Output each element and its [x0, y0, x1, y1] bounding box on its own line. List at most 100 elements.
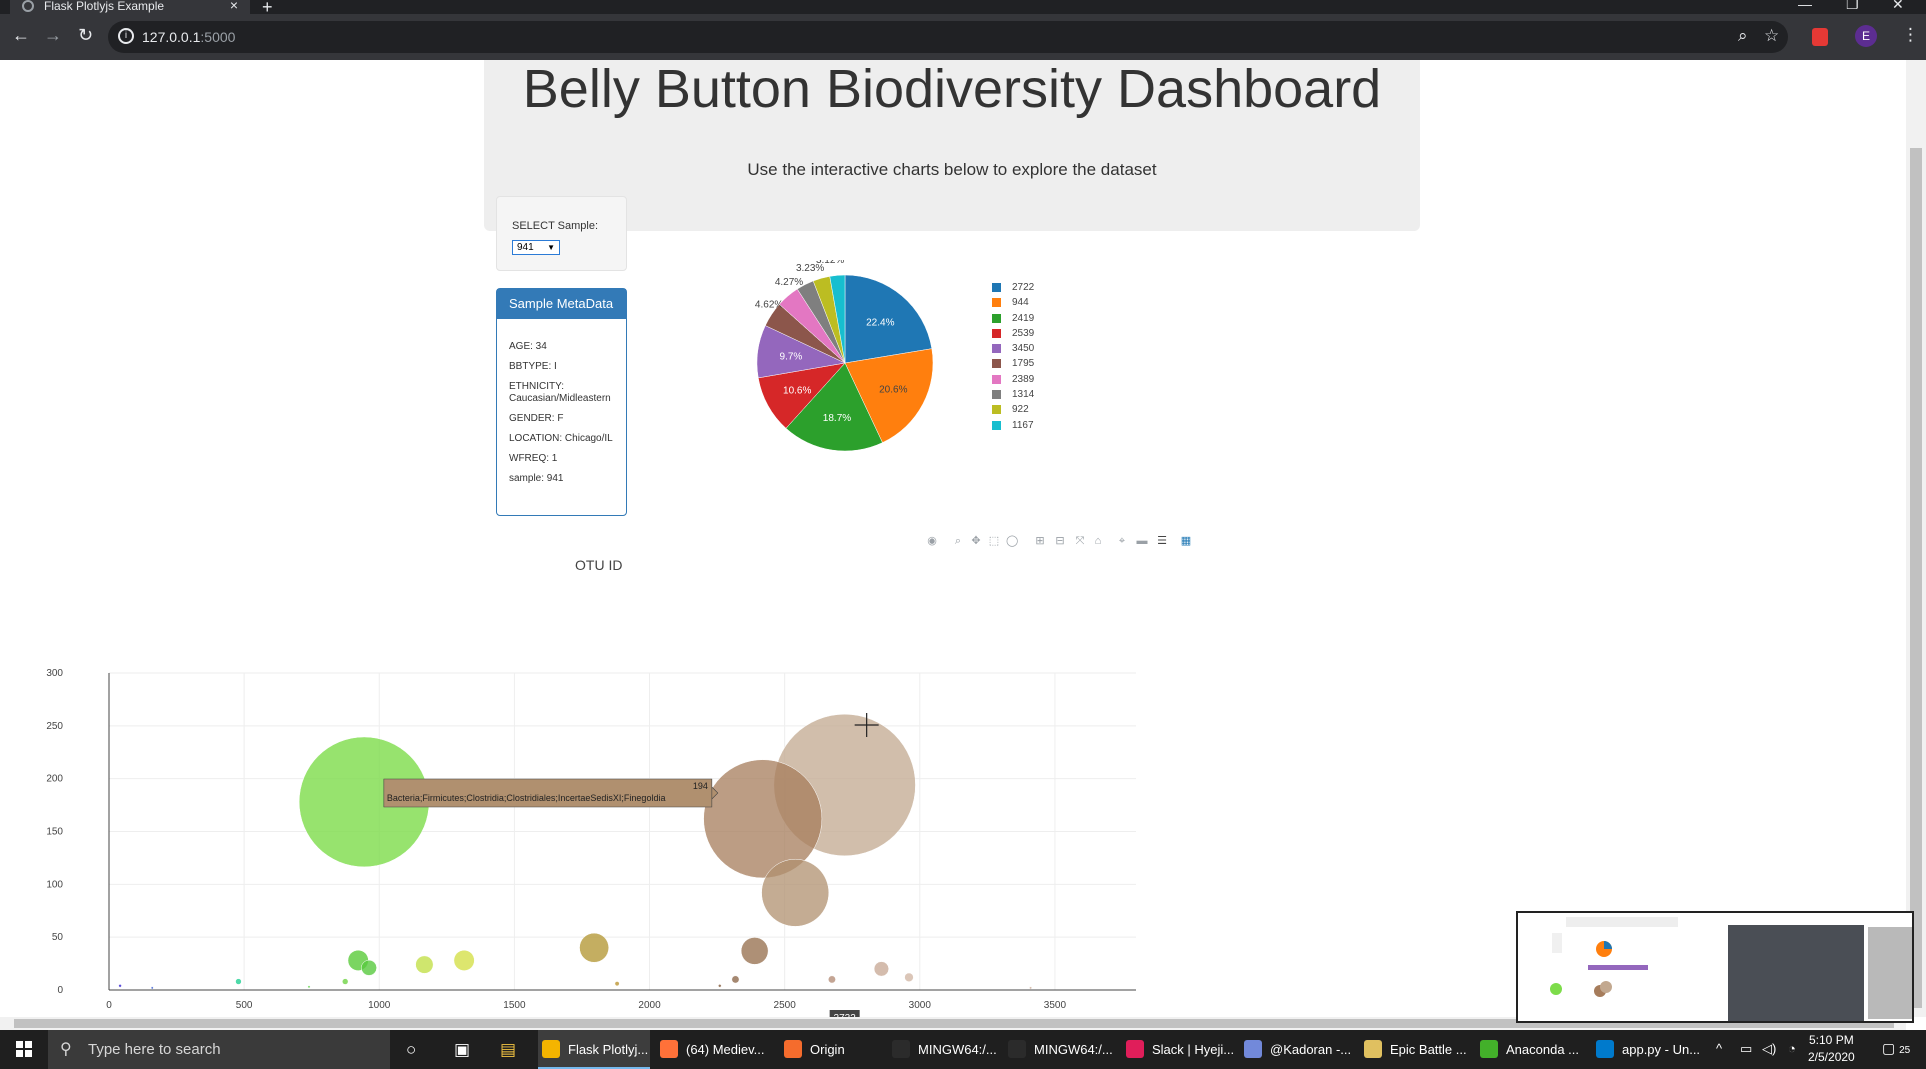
app-icon [1126, 1040, 1144, 1058]
info-icon[interactable]: i [118, 28, 134, 44]
pan-icon[interactable]: ✥ [970, 535, 982, 547]
y-tick-label: 250 [46, 721, 63, 732]
legend-item-1167[interactable]: 1167 [990, 418, 1034, 433]
bubble-479[interactable] [235, 978, 242, 985]
taskbar-clock[interactable]: 5:10 PM 2/5/2020 [1808, 1032, 1855, 1066]
wifi-icon[interactable]: ◔ [1788, 1041, 1796, 1056]
taskbar-app-button[interactable]: Epic Battle ... [1360, 1030, 1472, 1069]
legend-item-2419[interactable]: 2419 [990, 311, 1034, 326]
bubble-1880[interactable] [614, 981, 620, 987]
bubble-2318[interactable] [731, 975, 740, 984]
meta-location: LOCATION: Chicago/IL [509, 433, 613, 444]
vertical-scrollbar[interactable] [1906, 60, 1926, 1017]
taskbar-app-button[interactable]: MINGW64:/... [1004, 1030, 1116, 1069]
bubble-2260[interactable] [718, 984, 722, 988]
zoom-out-icon[interactable]: ⊟ [1054, 535, 1066, 547]
taskbar-app-button[interactable]: Anaconda ... [1476, 1030, 1588, 1069]
cortana-icon[interactable]: ○ [406, 1040, 416, 1060]
legend-swatch [992, 298, 1001, 308]
legend-item-2389[interactable]: 2389 [990, 372, 1034, 387]
windows-start-icon[interactable] [16, 1041, 32, 1057]
reset-axes-icon[interactable]: ⌂ [1092, 535, 1104, 547]
bubble-2858[interactable] [873, 961, 889, 977]
zoom-icon[interactable]: ⌕ [1738, 27, 1748, 45]
restore-icon[interactable]: ❐ [1846, 0, 1859, 13]
plotly-logo-icon[interactable]: ▦ [1180, 535, 1192, 547]
bubble-1795[interactable] [579, 932, 609, 963]
taskbar-app-button[interactable]: (64) Mediev... [656, 1030, 768, 1069]
bubble-740[interactable] [307, 985, 311, 989]
legend-item-944[interactable]: 944 [990, 295, 1034, 310]
bubble-1167[interactable] [415, 955, 434, 974]
app-label: Flask Plotlyj... [568, 1042, 649, 1057]
bubble-160[interactable] [150, 986, 154, 990]
bubble-chart-svg[interactable]: 0 500 1000 1500 2000 2500 3000 3500 0 50 100 150 200… [0, 600, 1160, 1017]
taskbar-app-button[interactable]: @Kadoran -... [1240, 1030, 1352, 1069]
legend-item-2722[interactable]: 2722 [990, 280, 1034, 295]
zoom-icon[interactable]: ⌕ [952, 535, 964, 547]
bookmark-star-icon[interactable]: ☆ [1764, 27, 1779, 45]
bubble-41[interactable] [118, 984, 122, 988]
app-icon [1480, 1040, 1498, 1058]
bubble-2539[interactable] [761, 858, 830, 927]
tab-flask-plotlyjs[interactable]: Flask Plotlyjs Example × [10, 0, 250, 14]
lasso-select-icon[interactable]: ◯ [1006, 535, 1018, 547]
taskbar-app-button[interactable]: MINGW64:/... [888, 1030, 1000, 1069]
autoscale-icon[interactable]: ⤧ [1074, 535, 1086, 547]
pip-video-window[interactable] [1516, 911, 1914, 1023]
app-label: Origin [810, 1042, 845, 1057]
spike-lines-icon[interactable]: ⌖ [1116, 535, 1128, 547]
taskbar-app-button[interactable]: Origin [780, 1030, 892, 1069]
pie-legend[interactable]: 2722 944 2419 2539 3450 1795 2389 1314 922 1167 [990, 280, 1034, 433]
bubble-2675[interactable] [828, 975, 836, 984]
pie-label-2722: 22.4% [866, 317, 894, 328]
address-bar[interactable]: i 127.0.0.1:5000 ⌕ ☆ [108, 21, 1788, 53]
app-label: (64) Mediev... [686, 1042, 765, 1057]
bubble-1314[interactable] [453, 949, 475, 971]
profile-avatar[interactable]: E [1855, 25, 1877, 47]
legend-item-3450[interactable]: 3450 [990, 341, 1034, 356]
menu-icon[interactable]: ⋮ [1902, 26, 1919, 44]
bubble-874[interactable] [342, 978, 349, 985]
zoom-in-icon[interactable]: ⊞ [1034, 535, 1046, 547]
legend-item-1314[interactable]: 1314 [990, 387, 1034, 402]
reload-icon[interactable]: ↻ [78, 26, 93, 44]
volume-icon[interactable]: ◁) [1762, 1041, 1776, 1057]
back-icon[interactable]: ← [12, 26, 30, 44]
minimize-icon[interactable]: — [1798, 0, 1812, 12]
task-view-icon[interactable]: ▣ [454, 1040, 470, 1060]
taskbar-app-button[interactable]: Flask Plotlyj... [538, 1030, 650, 1069]
taskbar-app-button[interactable]: Slack | Hyeji... [1122, 1030, 1234, 1069]
legend-item-922[interactable]: 922 [990, 402, 1034, 417]
taskbar-app-button[interactable]: app.py - Un... [1592, 1030, 1704, 1069]
extension-icon[interactable] [1812, 28, 1828, 46]
taskbar-search-box[interactable]: ⚲ Type here to search [48, 1030, 390, 1069]
app-label: Epic Battle ... [1390, 1042, 1467, 1057]
battery-icon[interactable]: ▭ [1740, 1041, 1752, 1057]
close-window-icon[interactable]: ✕ [1892, 0, 1904, 13]
x-tick-label: 3000 [909, 1000, 932, 1011]
legend-item-2539[interactable]: 2539 [990, 326, 1034, 341]
sample-select[interactable]: 941 ▼ [512, 240, 560, 255]
scroll-thumb[interactable] [1910, 148, 1922, 1008]
hover-closest-icon[interactable]: ▬ [1136, 535, 1148, 547]
y-tick-label: 200 [46, 774, 63, 785]
bubble-3410[interactable] [1029, 986, 1033, 990]
bubble-962[interactable] [361, 959, 377, 976]
tray-chevron-icon[interactable]: ^ [1716, 1041, 1722, 1056]
bubble-2960[interactable] [904, 972, 914, 982]
file-explorer-icon[interactable]: ▤ [500, 1040, 516, 1060]
pie-chart[interactable]: 22.4% 20.6% 18.7% 10.6% 9.7% 4.62% 4.27% 3.23% 3… [740, 251, 970, 495]
x-tick-label: 1000 [368, 1000, 391, 1011]
notification-center-icon[interactable]: ▢ 25 [1882, 1040, 1910, 1057]
legend-item-1795[interactable]: 1795 [990, 356, 1034, 371]
camera-icon[interactable]: ◉ [926, 535, 938, 547]
pie-chart-svg[interactable]: 22.4%20.6%18.7%10.6%9.7%4.62%4.27%3.23%3… [740, 251, 970, 490]
box-select-icon[interactable]: ⬚ [988, 535, 1000, 547]
legend-label: 1314 [1012, 389, 1035, 401]
tab-close-icon[interactable]: × [230, 0, 238, 12]
hover-compare-icon[interactable]: ☰ [1156, 535, 1168, 547]
legend-swatch [992, 420, 1001, 430]
forward-icon[interactable]: → [44, 26, 62, 44]
bubble-2389[interactable] [740, 937, 769, 965]
